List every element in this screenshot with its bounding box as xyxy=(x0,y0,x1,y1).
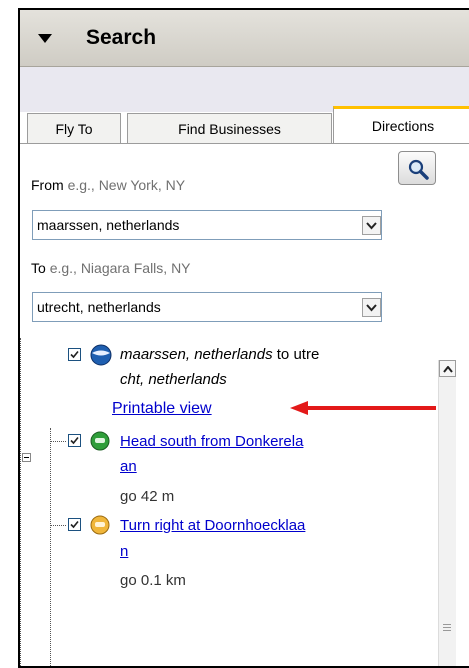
route-checkbox[interactable] xyxy=(68,348,81,361)
yellow-car-icon xyxy=(90,515,110,535)
step-1-link-line-2[interactable]: an xyxy=(120,458,137,475)
from-label-row: From e.g., New York, NY xyxy=(31,177,185,193)
route-to-start: to utre xyxy=(272,346,320,363)
route-title-line-1: maarssen, netherlands to utre xyxy=(120,346,319,363)
to-dropdown-arrow-icon[interactable] xyxy=(362,298,381,317)
tab-fly-to[interactable]: Fly To xyxy=(27,113,121,143)
from-label: From xyxy=(31,177,64,193)
search-title: Search xyxy=(86,26,157,49)
search-panel: Search Fly To Find Businesses Directions… xyxy=(18,8,469,668)
from-dropdown-arrow-icon[interactable] xyxy=(362,216,381,235)
printable-view-link[interactable]: Printable view xyxy=(112,400,212,418)
tab-directions[interactable]: Directions xyxy=(333,106,469,144)
step-1-distance: go 42 m xyxy=(120,488,175,505)
to-field[interactable]: utrecht, netherlands xyxy=(32,292,382,322)
collapse-triangle-icon[interactable] xyxy=(38,34,52,43)
scroll-grip[interactable] xyxy=(443,624,451,625)
tab-find-businesses[interactable]: Find Businesses xyxy=(127,113,332,143)
results-scrollbar[interactable] xyxy=(438,360,456,666)
route-title-line-2: cht, netherlands xyxy=(120,371,227,388)
to-label: To xyxy=(31,260,46,276)
to-hint: e.g., Niagara Falls, NY xyxy=(49,260,191,276)
results-tree: maarssen, netherlands to utre cht, nethe… xyxy=(20,338,469,666)
step-2-distance: go 0.1 km xyxy=(120,572,186,589)
search-button[interactable] xyxy=(398,151,436,185)
green-car-icon xyxy=(90,431,110,451)
collapse-node-icon[interactable] xyxy=(22,453,31,462)
step-2-checkbox[interactable] xyxy=(68,518,81,531)
tree-line-steps xyxy=(50,428,51,666)
step-1-link-line-1[interactable]: Head south from Donkerela xyxy=(120,433,303,450)
tree-branch xyxy=(50,525,66,526)
red-arrow-icon xyxy=(290,401,436,415)
from-hint: e.g., New York, NY xyxy=(67,177,186,193)
search-header[interactable]: Search xyxy=(20,10,469,67)
route-from: maarssen, netherlands xyxy=(120,346,273,363)
from-field[interactable]: maarssen, netherlands xyxy=(32,210,382,240)
tree-line xyxy=(20,338,21,666)
tree-branch xyxy=(50,441,66,442)
earth-icon xyxy=(90,344,112,366)
scroll-up-arrow-icon[interactable] xyxy=(439,360,456,377)
magnifier-icon xyxy=(408,159,429,180)
step-1-checkbox[interactable] xyxy=(68,434,81,447)
step-2-link-line-2[interactable]: n xyxy=(120,543,128,560)
to-label-row: To e.g., Niagara Falls, NY xyxy=(31,260,191,276)
step-2-link-line-1[interactable]: Turn right at Doornhoecklaa xyxy=(120,517,305,534)
